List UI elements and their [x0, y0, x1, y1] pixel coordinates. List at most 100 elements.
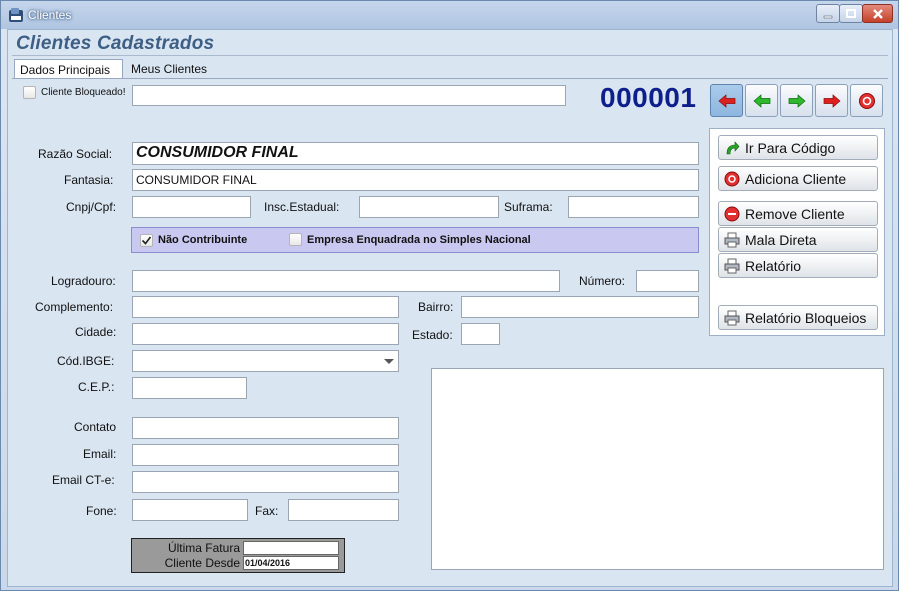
report-button[interactable]: Relatório	[718, 253, 878, 278]
remove-client-button[interactable]: Remove Cliente	[718, 201, 878, 226]
complemento-label: Complemento:	[35, 300, 114, 314]
first-record-button[interactable]	[710, 84, 743, 117]
ie-label: Insc.Estadual:	[264, 200, 340, 214]
blocked-report-button[interactable]: Relatório Bloqueios	[718, 305, 878, 330]
close-button[interactable]	[862, 4, 893, 23]
arrow-left-red-icon	[717, 93, 735, 108]
goto-code-button[interactable]: Ir Para Código	[718, 135, 878, 160]
last-record-button[interactable]	[815, 84, 848, 117]
razao-social-input[interactable]: CONSUMIDOR FINAL	[132, 142, 699, 165]
blocked-checkbox[interactable]	[23, 86, 36, 99]
fantasia-label: Fantasia:	[64, 173, 114, 187]
blocked-reason-input[interactable]	[132, 85, 566, 106]
add-icon	[723, 170, 741, 188]
blocked-label: Cliente Bloqueado!	[41, 87, 126, 98]
add-client-button[interactable]: Adiciona Cliente	[718, 166, 878, 191]
chevron-down-icon[interactable]	[384, 359, 394, 364]
fax-input[interactable]	[288, 499, 399, 521]
last-invoice-row: Última Fatura	[132, 541, 344, 556]
remove-client-label: Remove Cliente	[745, 205, 845, 222]
simples-nacional-checkbox[interactable]	[289, 233, 302, 246]
clientes-window: Clientes Clientes Cadastrados Dados Prin…	[0, 0, 899, 591]
logradouro-input[interactable]	[132, 270, 560, 292]
ibge-label: Cód.IBGE:	[57, 354, 115, 368]
cep-label: C.E.P.:	[78, 380, 115, 394]
suframa-label: Suframa:	[504, 200, 553, 214]
notes-textarea[interactable]	[431, 368, 884, 570]
arrow-right-green-icon	[788, 93, 806, 108]
arrow-right-red-icon	[823, 93, 841, 108]
title-bar[interactable]: Clientes	[1, 1, 898, 29]
bairro-label: Bairro:	[418, 300, 454, 314]
tax-options-group: Não Contribuinte Empresa Enquadrada no S…	[131, 227, 699, 253]
last-invoice-label: Última Fatura	[167, 541, 240, 555]
tab-meus-clientes[interactable]: Meus Clientes	[126, 59, 221, 79]
fone-input[interactable]	[132, 499, 248, 521]
add-client-label: Adiciona Cliente	[745, 170, 847, 187]
arrow-left-green-icon	[752, 93, 770, 108]
numero-label: Número:	[579, 274, 626, 288]
blocked-report-label: Relatório Bloqueios	[745, 309, 867, 326]
logradouro-label: Logradouro:	[51, 274, 116, 288]
email-input[interactable]	[132, 444, 399, 466]
window-title: Clientes	[28, 8, 72, 22]
ibge-select[interactable]	[132, 350, 399, 372]
next-record-button[interactable]	[780, 84, 813, 117]
cnpj-input[interactable]	[132, 196, 251, 218]
suframa-input[interactable]	[568, 196, 699, 218]
contato-input[interactable]	[132, 417, 399, 439]
previous-record-button[interactable]	[745, 84, 778, 117]
complemento-input[interactable]	[132, 296, 399, 318]
tab-dados-principais[interactable]: Dados Principais	[14, 59, 123, 79]
printer-icon	[723, 309, 741, 327]
estado-input[interactable]	[461, 323, 500, 345]
cancel-icon	[858, 92, 875, 109]
simples-nacional-label: Empresa Enquadrada no Simples Nacional	[307, 234, 531, 246]
estado-label: Estado:	[412, 328, 453, 342]
remove-icon	[723, 205, 741, 223]
email-cte-label: Email CT-e:	[52, 473, 115, 487]
minimize-icon	[823, 15, 833, 18]
client-info-box: Última Fatura Cliente Desde 01/04/2016	[131, 538, 345, 573]
ie-input[interactable]	[359, 196, 499, 218]
cancel-button[interactable]	[850, 84, 883, 117]
fantasia-input[interactable]: CONSUMIDOR FINAL	[132, 169, 699, 191]
tab-divider	[12, 78, 888, 79]
check-icon	[141, 236, 152, 245]
contato-label: Contato	[74, 420, 117, 434]
nao-contribuinte-checkbox[interactable]	[140, 234, 153, 247]
email-cte-input[interactable]	[132, 471, 399, 493]
fone-label: Fone:	[86, 504, 117, 518]
mail-list-label: Mala Direta	[745, 231, 817, 248]
cidade-input[interactable]	[132, 323, 399, 345]
email-label: Email:	[83, 447, 117, 461]
bairro-input[interactable]	[461, 296, 699, 318]
client-code: 000001	[600, 82, 697, 113]
header-divider	[12, 55, 888, 56]
goto-code-label: Ir Para Código	[745, 139, 836, 156]
page-title: Clientes Cadastrados	[16, 33, 215, 54]
report-label: Relatório	[745, 257, 802, 274]
printer-icon	[723, 257, 741, 275]
cep-input[interactable]	[132, 377, 247, 399]
actions-panel: Ir Para Código Adiciona Cliente Remove C…	[709, 128, 885, 336]
maximize-icon	[846, 8, 856, 18]
client-since-label: Cliente Desde	[164, 556, 240, 570]
minimize-button[interactable]	[816, 4, 840, 23]
nao-contribuinte-label: Não Contribuinte	[158, 234, 248, 246]
numero-input[interactable]	[636, 270, 699, 292]
maximize-button[interactable]	[839, 4, 863, 23]
cidade-label: Cidade:	[75, 325, 117, 339]
close-icon	[872, 8, 883, 19]
fax-label: Fax:	[255, 504, 279, 518]
redo-arrow-icon	[723, 139, 741, 157]
app-icon	[8, 7, 24, 23]
client-area: Clientes Cadastrados Dados Principais Me…	[7, 29, 893, 587]
last-invoice-value	[243, 541, 339, 555]
mail-list-button[interactable]: Mala Direta	[718, 227, 878, 252]
razao-social-label: Razão Social:	[38, 147, 113, 161]
client-since-value: 01/04/2016	[243, 556, 339, 570]
client-since-row: Cliente Desde 01/04/2016	[132, 556, 344, 571]
printer-icon	[723, 231, 741, 249]
cnpj-label: Cnpj/Cpf:	[66, 200, 117, 214]
